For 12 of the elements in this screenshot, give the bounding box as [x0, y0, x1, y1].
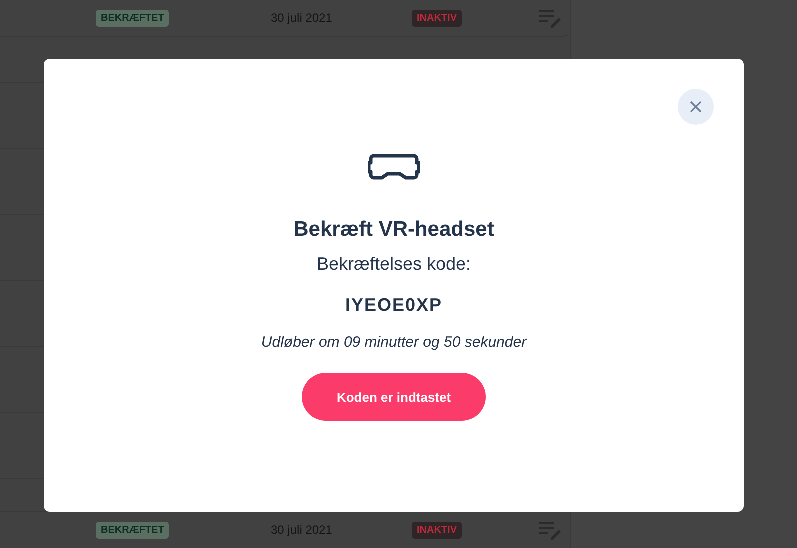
- code-label: Bekræftelses kode:: [316, 254, 472, 275]
- expiry-text: Udløber om 09 minutter og 50 sekunder: [261, 334, 527, 351]
- confirm-button[interactable]: Koden er indtastet: [302, 373, 486, 421]
- modal-title: Bekræft VR-headset: [294, 218, 494, 242]
- close-button[interactable]: [678, 89, 714, 125]
- status-badge: BEKRÆFTET: [96, 10, 170, 26]
- vr-headset-icon: [368, 154, 420, 182]
- confirmation-code: IYEOE0XP: [345, 295, 443, 316]
- status-badge: BEKRÆFTET: [96, 522, 170, 538]
- activity-badge: INAKTIV: [412, 10, 462, 26]
- activity-badge: INAKTIV: [412, 522, 462, 538]
- close-icon: [690, 101, 702, 113]
